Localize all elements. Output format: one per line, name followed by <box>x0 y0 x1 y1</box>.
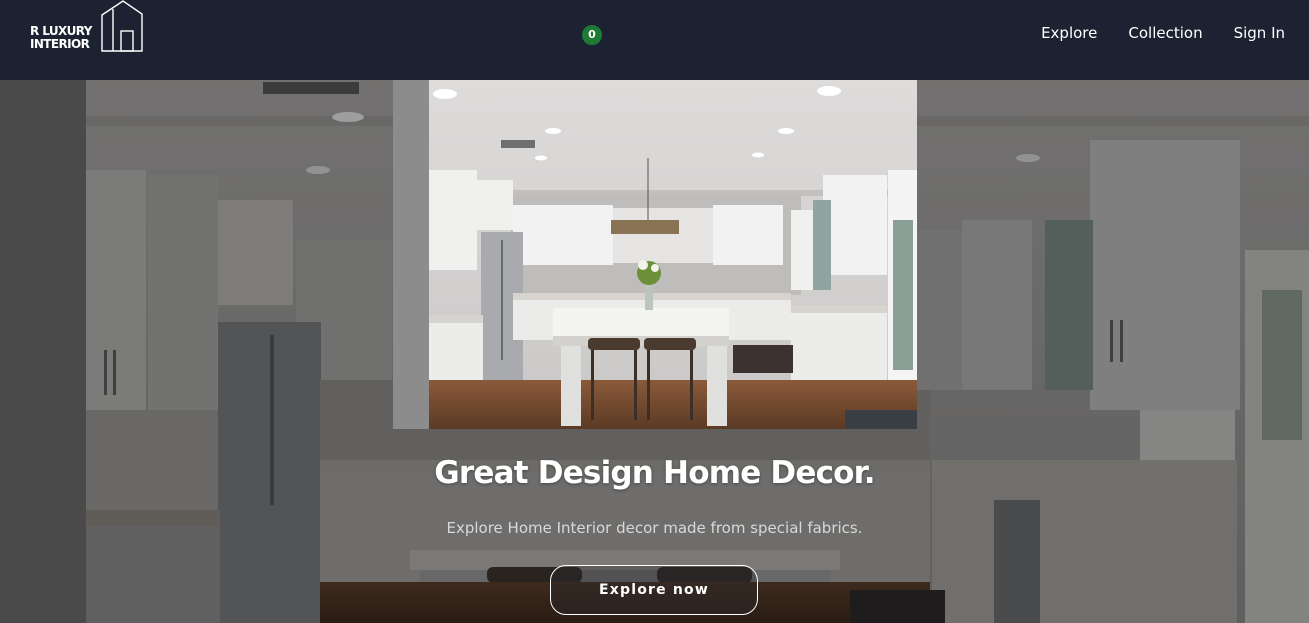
nav-link-sign-in[interactable]: Sign In <box>1234 22 1285 44</box>
hero-subtitle: Explore Home Interior decor made from sp… <box>446 519 863 537</box>
hero-section: Great Design Home Decor. Explore Home In… <box>0 80 1309 623</box>
nav-links: Explore Collection Sign In <box>1041 22 1285 44</box>
navbar: R LUXURY INTERIOR 0 Explore Collection S… <box>0 0 1309 80</box>
hero-kitchen-photo <box>393 80 917 429</box>
brand-name: R LUXURY INTERIOR <box>30 25 92 51</box>
explore-now-button[interactable]: Explore now <box>550 565 758 615</box>
cart-count-badge[interactable]: 0 <box>582 25 602 45</box>
hero-title: Great Design Home Decor. <box>434 455 875 491</box>
brand-name-line2: INTERIOR <box>30 37 90 51</box>
brand-logo[interactable]: R LUXURY INTERIOR <box>30 0 150 54</box>
nav-link-explore[interactable]: Explore <box>1041 22 1097 44</box>
nav-link-collection[interactable]: Collection <box>1128 22 1202 44</box>
house-icon <box>101 0 143 52</box>
